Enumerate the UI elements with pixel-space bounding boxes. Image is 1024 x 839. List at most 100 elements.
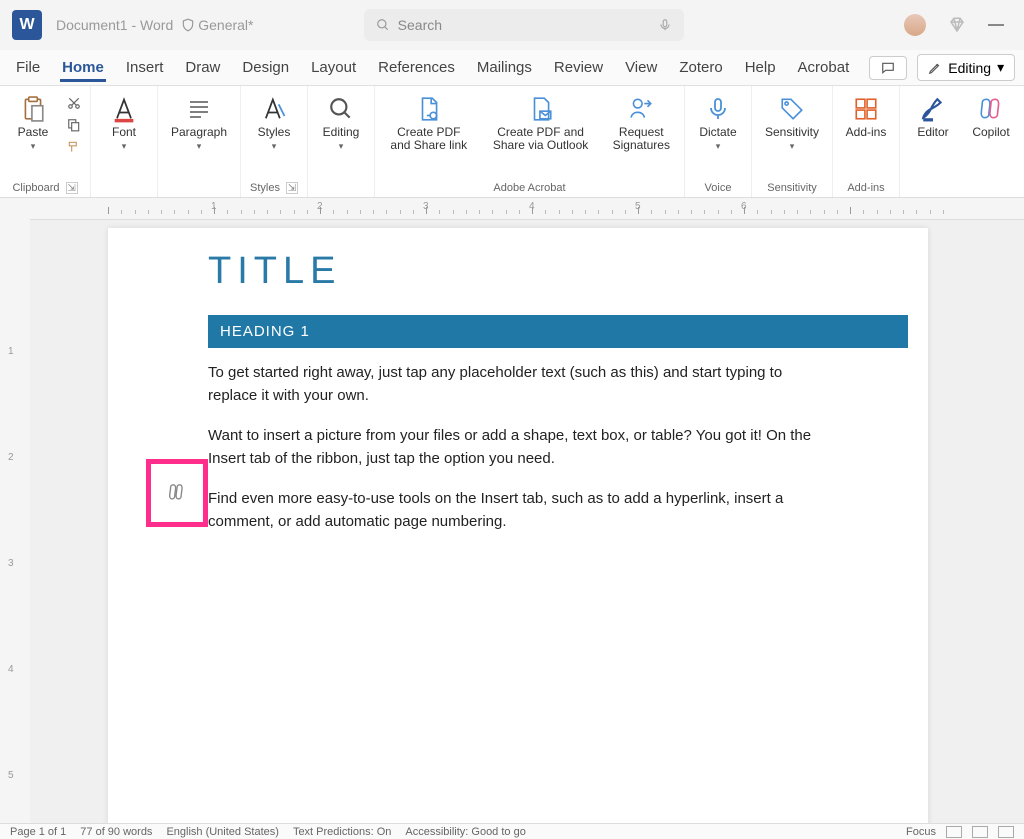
label: Copilot xyxy=(972,126,1009,139)
paste-button[interactable]: Paste ▾ xyxy=(6,92,60,154)
tab-view[interactable]: View xyxy=(623,53,659,82)
group-sensitivity: Sensitivity ▾ Sensitivity xyxy=(752,86,833,197)
tab-home[interactable]: Home xyxy=(60,53,106,82)
shield-icon xyxy=(181,18,195,32)
font-button[interactable]: Font ▾ xyxy=(97,92,151,154)
sensitivity-text: General* xyxy=(198,17,253,33)
styles-icon xyxy=(260,95,288,123)
sensitivity-button[interactable]: Sensitivity ▾ xyxy=(758,92,826,154)
create-pdf-outlook-button[interactable]: Create PDF and Share via Outlook xyxy=(481,92,601,154)
editor-icon xyxy=(920,96,946,122)
language[interactable]: English (United States) xyxy=(166,826,279,838)
group-addins: Add-ins Add-ins xyxy=(833,86,900,197)
paragraph-button[interactable]: Paragraph ▾ xyxy=(164,92,234,154)
editor-button[interactable]: Editor xyxy=(906,92,960,141)
editing-mode-label: Editing xyxy=(948,60,991,76)
dialog-launcher[interactable]: ⇲ xyxy=(286,182,298,194)
document-title-text[interactable]: TITLE xyxy=(208,250,828,293)
search-box[interactable]: Search xyxy=(364,9,684,41)
clipboard-icon xyxy=(20,94,46,124)
ribbon-tabs: File Home Insert Draw Design Layout Refe… xyxy=(0,50,1024,86)
title-controls xyxy=(904,14,1016,36)
pencil-icon xyxy=(928,61,942,75)
heading-1[interactable]: HEADING 1 xyxy=(208,315,908,348)
mic-icon[interactable] xyxy=(658,18,672,32)
tab-draw[interactable]: Draw xyxy=(183,53,222,82)
tab-review[interactable]: Review xyxy=(552,53,605,82)
tab-design[interactable]: Design xyxy=(240,53,291,82)
premium-icon[interactable] xyxy=(948,16,966,34)
focus-mode[interactable]: Focus xyxy=(906,826,936,838)
ruler[interactable]: 123456 xyxy=(0,198,1024,220)
tab-layout[interactable]: Layout xyxy=(309,53,358,82)
paragraph[interactable]: To get started right away, just tap any … xyxy=(208,362,828,407)
create-pdf-share-link-button[interactable]: Create PDF and Share link xyxy=(381,92,477,154)
chevron-down-icon: ▾ xyxy=(997,59,1004,76)
tab-help[interactable]: Help xyxy=(743,53,778,82)
paragraph[interactable]: Want to insert a picture from your files… xyxy=(208,425,828,470)
addins-button[interactable]: Add-ins xyxy=(839,92,893,141)
sensitivity-indicator[interactable]: General* xyxy=(181,17,253,33)
grid-icon xyxy=(853,96,879,122)
title-bar: W Document1 - Word General* Search xyxy=(0,0,1024,50)
document-area: 12345 TITLE HEADING 1 To get started rig… xyxy=(0,220,1024,823)
paragraph[interactable]: Find even more easy-to-use tools on the … xyxy=(208,488,828,533)
comments-button[interactable] xyxy=(869,56,907,80)
comment-icon xyxy=(880,61,896,75)
format-painter-button[interactable] xyxy=(64,138,84,156)
text-predictions[interactable]: Text Predictions: On xyxy=(293,826,391,838)
label: Sensitivity xyxy=(765,126,819,139)
label: Request Signatures xyxy=(611,126,672,152)
group-voice: Dictate ▾ Voice xyxy=(685,86,752,197)
tab-zotero[interactable]: Zotero xyxy=(677,53,724,82)
document-title: Document1 - Word xyxy=(56,17,173,33)
group-clipboard: Paste ▾ Clipboard⇲ xyxy=(0,86,91,197)
page-count[interactable]: Page 1 of 1 xyxy=(10,826,66,838)
vertical-ruler[interactable]: 12345 xyxy=(0,220,30,823)
accessibility[interactable]: Accessibility: Good to go xyxy=(405,826,525,838)
word-count[interactable]: 77 of 90 words xyxy=(80,826,152,838)
label: Dictate xyxy=(699,126,736,139)
copilot-button[interactable]: Copilot xyxy=(964,92,1018,141)
chevron-down-icon: ▾ xyxy=(272,141,277,152)
chevron-down-icon: ▾ xyxy=(197,141,202,152)
group-label: Styles xyxy=(250,182,280,194)
cut-button[interactable] xyxy=(64,94,84,112)
tab-insert[interactable]: Insert xyxy=(124,53,166,82)
copilot-margin-button[interactable] xyxy=(146,459,208,527)
word-app-icon: W xyxy=(12,10,42,40)
tab-acrobat[interactable]: Acrobat xyxy=(796,53,852,82)
pdf-link-icon xyxy=(415,96,443,122)
label: Create PDF and Share via Outlook xyxy=(487,126,595,152)
search-placeholder: Search xyxy=(398,17,442,33)
tab-references[interactable]: References xyxy=(376,53,457,82)
view-print[interactable] xyxy=(972,826,988,838)
copy-button[interactable] xyxy=(64,116,84,134)
page[interactable]: TITLE HEADING 1 To get started right awa… xyxy=(108,228,928,823)
request-signatures-button[interactable]: Request Signatures xyxy=(605,92,678,154)
search-icon xyxy=(376,18,390,32)
paragraph-icon xyxy=(185,97,213,121)
mic-icon xyxy=(706,96,730,122)
styles-button[interactable]: Styles ▾ xyxy=(247,92,301,154)
user-avatar[interactable] xyxy=(904,14,926,36)
pdf-mail-icon xyxy=(527,96,555,122)
font-icon xyxy=(110,95,138,123)
view-read[interactable] xyxy=(946,826,962,838)
group-label: Add-ins xyxy=(847,179,884,197)
tab-mailings[interactable]: Mailings xyxy=(475,53,534,82)
minimize-button[interactable] xyxy=(988,24,1004,26)
copilot-icon xyxy=(977,96,1005,122)
status-bar: Page 1 of 1 77 of 90 words English (Unit… xyxy=(0,823,1024,839)
editing-button[interactable]: Editing ▾ xyxy=(314,92,368,154)
dialog-launcher[interactable]: ⇲ xyxy=(66,182,78,194)
tab-file[interactable]: File xyxy=(14,53,42,82)
scissors-icon xyxy=(67,96,81,110)
group-paragraph: Paragraph ▾ xyxy=(158,86,241,197)
editing-mode-button[interactable]: Editing ▾ xyxy=(917,54,1015,81)
dictate-button[interactable]: Dictate ▾ xyxy=(691,92,745,154)
group-font: Font ▾ xyxy=(91,86,158,197)
chevron-down-icon: ▾ xyxy=(716,141,721,152)
view-web[interactable] xyxy=(998,826,1014,838)
label: Add-ins xyxy=(846,126,887,139)
